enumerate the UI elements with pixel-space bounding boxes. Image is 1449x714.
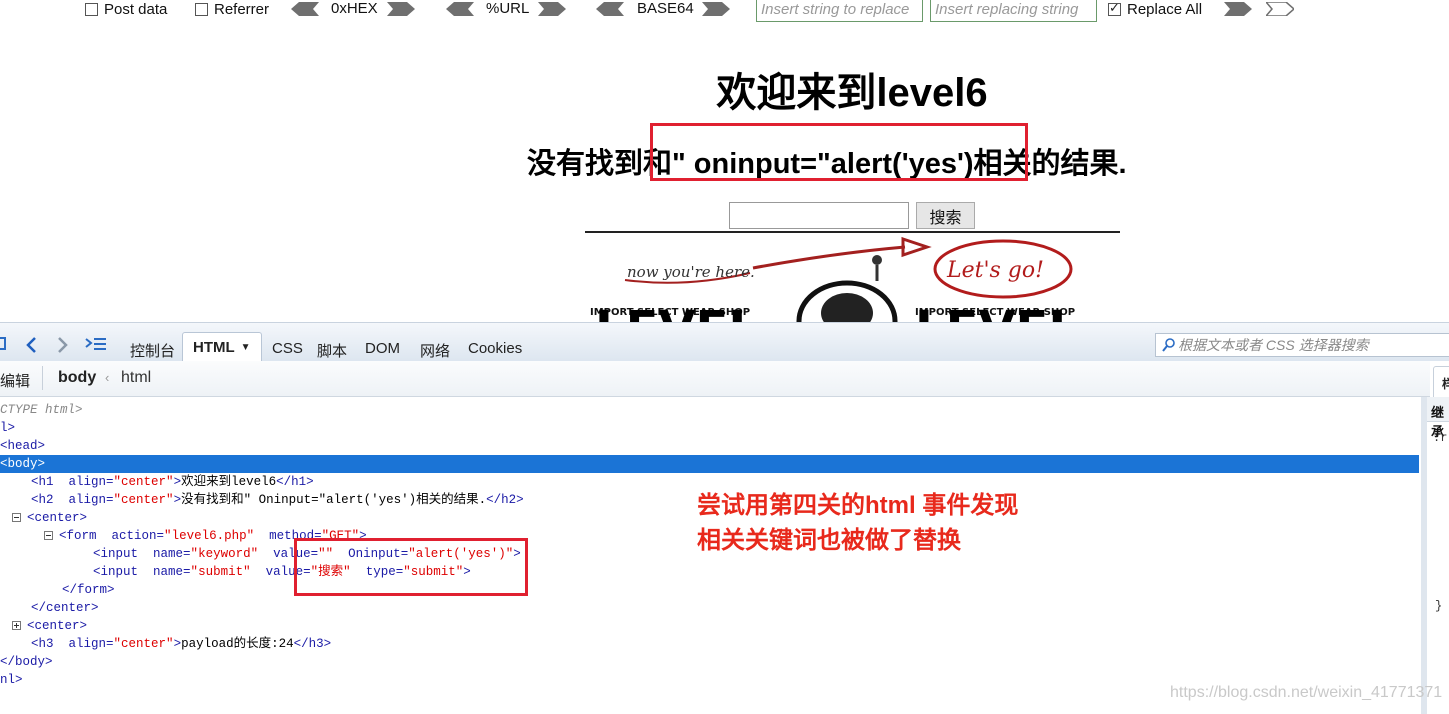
submit-name-value: submit (198, 565, 244, 579)
head-tag: <head> (0, 439, 46, 453)
replace-all-label: Replace All (1127, 1, 1203, 18)
edit-button[interactable]: 编辑 (0, 370, 30, 391)
checkbox-box[interactable] (195, 3, 208, 16)
hex-decode-arrow-icon[interactable] (291, 2, 319, 16)
tree-node-h3[interactable]: <h3 align="center">payload的长度:24</h3> (0, 635, 1419, 653)
breadcrumb: 编辑 body ‹ html (0, 361, 1430, 397)
replace-run-arrow-icon[interactable] (1224, 2, 1252, 16)
collapse-toggle-icon[interactable] (44, 531, 53, 541)
devtools-search-placeholder: 根据文本或者 CSS 选择器搜索 (1178, 337, 1369, 353)
tab-console[interactable]: 控制台 (130, 340, 175, 361)
h2-node-text: 没有找到和" Oninput="alert('yes')相关的结果. (181, 493, 487, 507)
checkbox-box[interactable] (85, 3, 98, 16)
devtools-tab-bar: 控制台 HTML ▼ CSS 脚本 DOM 网络 Cookies 根据文本或者 … (0, 322, 1449, 362)
replace-string-input[interactable] (930, 0, 1097, 22)
forward-chevron-icon[interactable] (57, 336, 69, 359)
find-string-input[interactable] (756, 0, 923, 22)
base64-label: BASE64 (637, 0, 694, 17)
h3-node-text: payload的长度:24 (181, 637, 294, 651)
tree-node-form-close[interactable]: </form> (0, 581, 1419, 599)
base64-encode-arrow-icon[interactable] (702, 2, 730, 16)
search-button[interactable]: 搜索 (916, 202, 975, 229)
annotation-line-2: 相关关键词也被做了替换 (697, 527, 961, 554)
collapse-toggle-icon[interactable] (12, 513, 21, 523)
injected-attr-name: Oninput (348, 547, 401, 561)
page-heading: 欢迎来到level6 (716, 71, 988, 115)
breadcrumb-divider (42, 366, 43, 390)
submit-type-value: submit (410, 565, 456, 579)
expand-toggle-icon[interactable] (12, 621, 21, 631)
replace-all-checkbox[interactable]: Replace All (1108, 0, 1203, 18)
dropdown-caret-icon[interactable]: ▼ (241, 342, 251, 353)
level-banner-image: now you're here. Let's go! IMPORT SELECT… (585, 231, 1120, 322)
input-value-value: " (325, 547, 334, 561)
hex-encode-arrow-icon[interactable] (387, 2, 415, 16)
tab-net[interactable]: 网络 (420, 340, 450, 361)
hackbar-toolbar: Post data Referrer 0xHEX %URL BASE64 Rep… (0, 0, 1449, 22)
tab-script[interactable]: 脚本 (317, 340, 347, 361)
post-data-label: Post data (104, 1, 168, 18)
base64-decode-arrow-icon[interactable] (596, 2, 624, 16)
search-icon (1162, 338, 1176, 355)
web-page: 欢迎来到level6 没有找到和" oninput="alert('yes')相… (0, 22, 1449, 322)
tree-node-doctype[interactable]: CTYPE html> (0, 401, 1419, 419)
side-panel-brace: } (1435, 599, 1443, 613)
url-encode-arrow-icon[interactable] (538, 2, 566, 16)
tree-node-center-collapsed[interactable]: <center> (0, 617, 1419, 635)
tab-html[interactable]: HTML ▼ (182, 332, 262, 362)
referrer-checkbox[interactable]: Referrer (195, 1, 269, 18)
checkbox-box[interactable] (1108, 0, 1121, 16)
style-side-panel: 继承 :r } (1421, 397, 1449, 714)
referrer-label: Referrer (214, 1, 270, 18)
breadcrumb-separator-icon: ‹ (105, 370, 110, 385)
hex-label: 0xHEX (331, 0, 378, 17)
submit-value-value: 搜索 (318, 565, 344, 579)
side-panel-header: 继承 (1427, 397, 1449, 439)
body-open-tag: <body> (0, 457, 46, 471)
tab-dom[interactable]: DOM (365, 340, 400, 357)
devtools-search-box[interactable]: 根据文本或者 CSS 选择器搜索 (1155, 333, 1449, 357)
search-result-heading: 没有找到和" oninput="alert('yes')相关的结果. (527, 148, 1127, 180)
breadcrumb-body[interactable]: body (58, 369, 96, 387)
form-action-value: level6.php (171, 529, 247, 543)
tree-node-body-selected[interactable]: <body> (0, 455, 1419, 473)
inspect-icon[interactable] (0, 336, 8, 357)
input-name-value: keyword (198, 547, 251, 561)
tab-cookies[interactable]: Cookies (468, 340, 522, 357)
command-line-icon[interactable] (85, 337, 107, 358)
annotation-line-1: 尝试用第四关的html 事件发现 (697, 492, 1019, 519)
tree-node-body-close[interactable]: </body> (0, 653, 1419, 671)
banner-lets-go-text: Let's go! (946, 258, 1044, 283)
more-arrow-icon[interactable] (1266, 2, 1294, 16)
side-panel-tab-label: 样 (1442, 377, 1449, 391)
side-panel-rule: :r (1433, 431, 1448, 445)
doctype-text: CTYPE html> (0, 403, 83, 417)
watermark: https://blog.csdn.net/weixin_41771371 (1170, 684, 1443, 701)
body-close-tag: </body> (0, 655, 53, 669)
banner-big-text-right: LEVEL (915, 301, 1079, 322)
tree-node-html[interactable]: l> (0, 419, 1419, 437)
tree-node-input-submit[interactable]: <input name="submit" value="搜索" type="su… (0, 563, 1419, 581)
tree-node-head[interactable]: <head> (0, 437, 1419, 455)
h1-node-text: 欢迎来到level6 (181, 475, 277, 489)
banner-now-text: now you're here. (627, 263, 755, 281)
banner-big-text-left: LEVEL (595, 301, 759, 322)
post-data-checkbox[interactable]: Post data (85, 1, 167, 18)
url-decode-arrow-icon[interactable] (446, 2, 474, 16)
tab-css[interactable]: CSS (272, 340, 303, 357)
tab-html-label: HTML (193, 339, 235, 356)
back-chevron-icon[interactable] (25, 336, 37, 359)
html-open-tag: l> (0, 421, 16, 435)
breadcrumb-html[interactable]: html (121, 369, 151, 387)
form-method-value: GET (329, 529, 352, 543)
annotation-note: 尝试用第四关的html 事件发现 相关关键词也被做了替换 (697, 488, 1018, 558)
html-close-tag: nl> (0, 673, 23, 687)
injected-attr-value: alert('yes') (415, 547, 506, 561)
tree-node-center-close[interactable]: </center> (0, 599, 1419, 617)
keyword-input[interactable] (729, 202, 909, 229)
side-panel-tab[interactable]: 样 (1433, 366, 1449, 398)
url-label: %URL (486, 0, 530, 17)
